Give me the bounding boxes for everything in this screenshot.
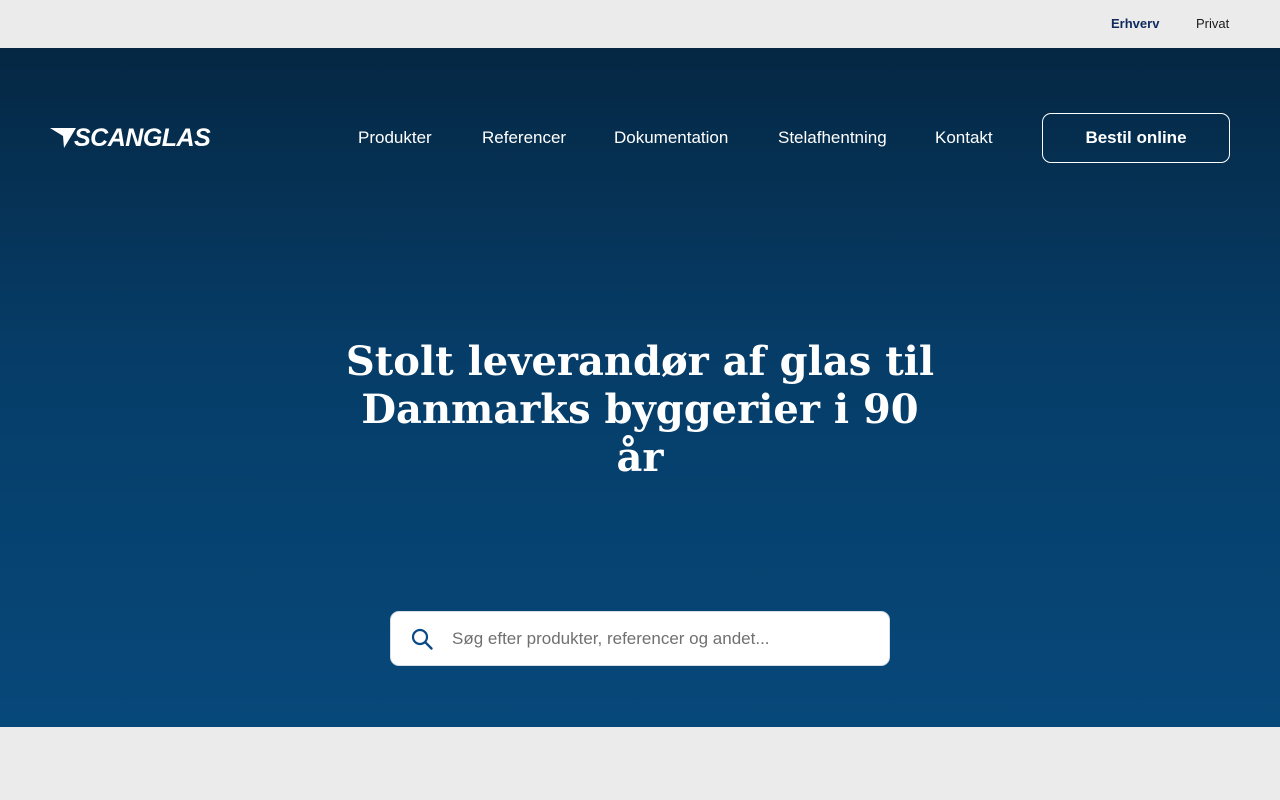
logo-text: SCANGLAS	[74, 124, 211, 152]
search-input[interactable]	[452, 623, 852, 654]
top-utility-bar: Erhverv Privat	[0, 0, 1280, 48]
nav-item-stelafhentning[interactable]: Stelafhentning	[778, 128, 887, 148]
nav-item-kontakt[interactable]: Kontakt	[935, 128, 993, 148]
nav-item-referencer[interactable]: Referencer	[482, 128, 566, 148]
hero-title: Stolt leverandør af glas til Danmarks by…	[340, 338, 940, 482]
segment-link-privat[interactable]: Privat	[1196, 16, 1229, 32]
order-online-button[interactable]: Bestil online	[1042, 113, 1230, 163]
logo-arrow-icon	[50, 128, 76, 148]
site-logo[interactable]: SCANGLAS	[50, 124, 222, 152]
nav-item-produkter[interactable]: Produkter	[358, 128, 432, 148]
hero-title-line-1: Stolt leverandør af glas til	[345, 338, 935, 385]
search-box[interactable]	[390, 611, 890, 666]
segment-link-erhverv[interactable]: Erhverv	[1111, 16, 1159, 32]
search-icon[interactable]	[410, 627, 434, 651]
nav-item-dokumentation[interactable]: Dokumentation	[614, 128, 728, 148]
hero-title-line-2: Danmarks byggerier i 90 år	[361, 386, 919, 481]
hero-section: SCANGLAS Produkter Referencer Dokumentat…	[0, 48, 1280, 727]
